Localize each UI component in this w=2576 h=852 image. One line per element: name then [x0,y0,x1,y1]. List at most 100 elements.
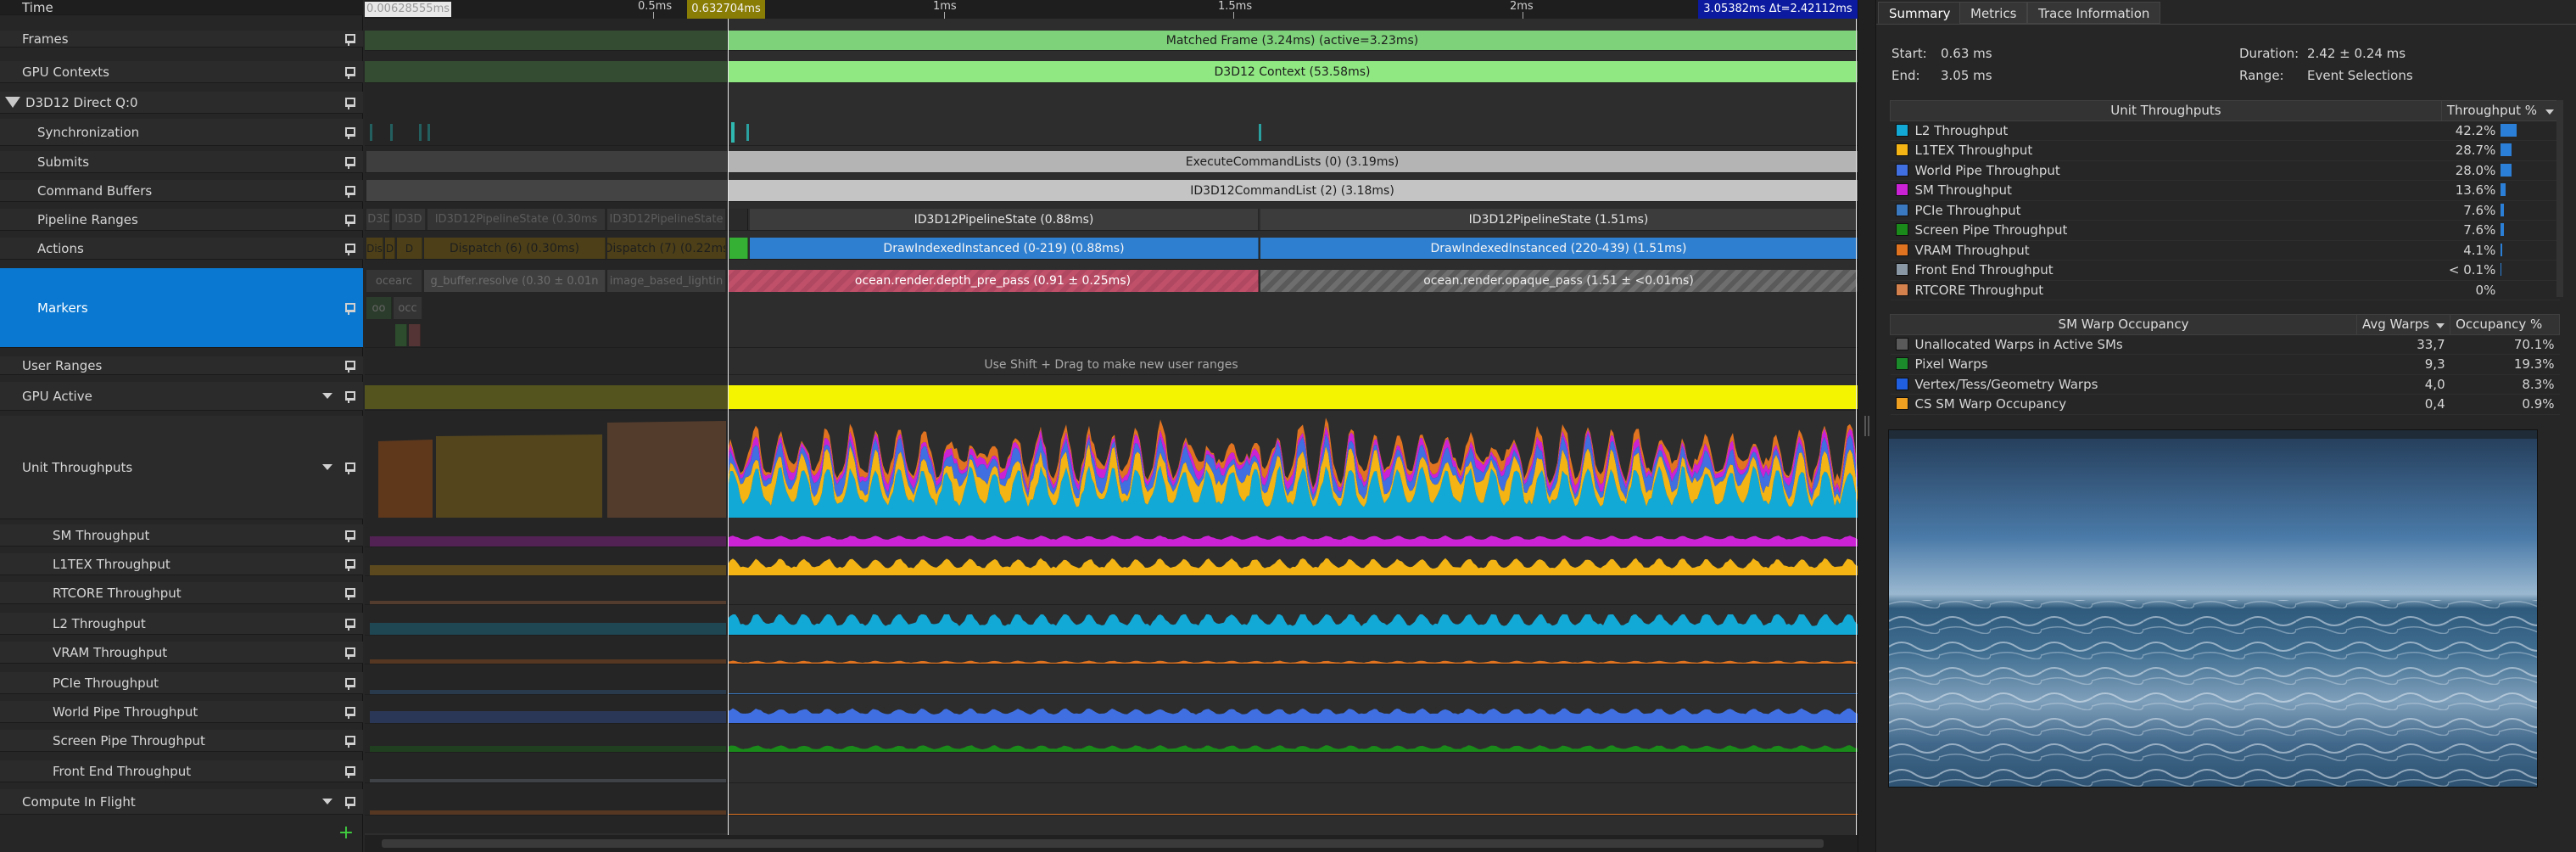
action-bar[interactable]: Dis [366,238,383,259]
occupancy-header[interactable]: Occupancy % [2450,314,2560,335]
plus-icon[interactable]: + [338,824,355,843]
action-bar[interactable]: Dispatch (6) (0.30ms) [424,238,606,259]
panel-splitter[interactable] [1858,0,1876,852]
gpu-active-bar[interactable] [728,385,1858,409]
action-bar-small[interactable] [729,238,748,259]
table-row[interactable]: Vertex/Tess/Geometry Warps 4,0 8.3% [1890,374,2560,395]
gpu-active-bar-pre[interactable] [365,385,728,409]
triangle-down-icon[interactable] [5,97,20,108]
pin-icon[interactable] [343,706,355,719]
frame-bar[interactable]: Matched Frame (3.24ms) (active=3.23ms) [728,31,1858,50]
pin-icon[interactable] [343,126,355,139]
table-row[interactable]: PCIe Throughput 7.6% [1890,200,2560,221]
unit-throughputs-chart[interactable] [365,416,1858,519]
track-label-row[interactable]: GPU Contexts [0,61,363,83]
pin-icon[interactable] [343,677,355,690]
tab-summary[interactable]: Summary [1878,2,1962,24]
track-label-row[interactable]: Synchronization [0,119,363,146]
action-bar[interactable]: D [385,238,395,259]
pipeline-bar[interactable]: ID3D12PipelineState [607,209,726,230]
table-row[interactable]: CS SM Warp Occupancy 0,4 0.9% [1890,394,2560,415]
sync-marker[interactable] [419,124,422,141]
pipeline-bar[interactable]: ID3D12PipelineState (0.30ms [427,209,606,230]
action-bar[interactable]: DrawIndexedInstanced (0-219) (0.88ms) [750,238,1259,259]
pin-icon[interactable] [343,360,355,373]
cmdbuf-bar[interactable]: ID3D12CommandList (2) (3.18ms) [728,180,1858,201]
pin-icon[interactable] [343,587,355,600]
pin-icon[interactable] [343,558,355,571]
timeline-area[interactable]: 0.00628555ms 0.632704ms 3.05382ms Δt=2.4… [365,0,1858,852]
track-label-row[interactable]: SM Throughput [0,524,363,547]
action-bar[interactable]: Dispatch (7) (0.22ms [607,238,726,259]
track-label-row[interactable]: Markers [0,268,363,348]
selection-end-line[interactable] [1856,19,1857,835]
pipeline-bar[interactable]: ID3D [392,209,426,230]
track-label-row[interactable]: Time [0,0,363,15]
table-row[interactable]: Unallocated Warps in Active SMs 33,7 70.1% [1890,334,2560,355]
track-label-row[interactable]: Actions [0,238,363,260]
marker-bar[interactable] [395,324,407,346]
track-label-row[interactable]: Submits [0,151,363,173]
pin-icon[interactable] [343,66,355,79]
throughput-percent-header[interactable]: Throughput % [2440,100,2561,121]
warp-occupancy-header[interactable]: SM Warp Occupancy [1890,314,2357,335]
table-row[interactable]: Pixel Warps 9,3 19.3% [1890,354,2560,375]
marker-bar[interactable] [409,324,421,346]
chevron-down-icon[interactable] [322,464,332,470]
pin-icon[interactable] [343,33,355,46]
track-label-row[interactable]: Screen Pipe Throughput [0,730,363,752]
marker-bar[interactable]: ocean.render.depth_pre_pass (0.91 ± 0.25… [728,270,1259,292]
time-ruler[interactable]: 0.00628555ms 0.632704ms 3.05382ms Δt=2.4… [365,0,1858,19]
submit-bar[interactable]: ExecuteCommandLists (0) (3.19ms) [728,151,1858,172]
sync-marker[interactable] [1259,124,1261,141]
tab-metrics[interactable]: Metrics [1959,2,2028,24]
marker-bar[interactable]: oo [366,297,392,319]
unit-throughputs-header[interactable]: Unit Throughputs [1890,100,2442,121]
context-bar[interactable]: D3D12 Context (53.58ms) [728,61,1858,82]
track-label-row[interactable]: VRAM Throughput [0,642,363,664]
track-label-row[interactable]: L2 Throughput [0,613,363,635]
sync-marker[interactable] [746,124,749,141]
pin-icon[interactable] [343,156,355,169]
table-row[interactable]: SM Throughput 13.6% [1890,180,2560,201]
pin-icon[interactable] [343,530,355,542]
table-row[interactable]: Screen Pipe Throughput 7.6% [1890,220,2560,241]
action-bar[interactable]: D [397,238,422,259]
sync-marker[interactable] [370,124,372,141]
context-bar-pre[interactable] [365,61,728,82]
table-row[interactable]: L2 Throughput 42.2% [1890,121,2560,141]
track-label-row[interactable]: Pipeline Ranges [0,209,363,231]
track-label-row[interactable]: L1TEX Throughput [0,553,363,575]
submit-bar-pre[interactable] [366,151,728,172]
pipeline-bar[interactable]: ID3D12PipelineState (1.51ms) [1260,209,1858,230]
pipeline-bar[interactable]: ID3D [366,209,390,230]
unit-table-scrollbar[interactable] [2556,100,2563,297]
track-label-row[interactable]: Compute In Flight [0,789,363,815]
track-label-row[interactable]: Unit Throughputs [0,416,363,519]
sync-marker[interactable] [390,124,393,141]
pipeline-bar-gap[interactable] [728,209,748,230]
track-label-row[interactable]: RTCORE Throughput [0,582,363,604]
track-label-row[interactable]: User Ranges [0,356,363,375]
track-label-row[interactable]: Front End Throughput [0,760,363,782]
sync-marker[interactable] [427,124,430,141]
marker-bar[interactable]: image_based_lightin [607,270,726,292]
chevron-down-icon[interactable] [322,393,332,399]
cmdbuf-bar-pre[interactable] [366,180,728,201]
pin-icon[interactable] [343,214,355,227]
selection-start-line[interactable] [728,19,729,835]
table-row[interactable]: L1TEX Throughput 28.7% [1890,140,2560,161]
table-row[interactable]: VRAM Throughput 4.1% [1890,240,2560,261]
marker-bar[interactable]: g_buffer.resolve (0.30 ± 0.01n [424,270,606,292]
table-row[interactable]: World Pipe Throughput 28.0% [1890,160,2560,181]
track-label-row[interactable]: GPU Active [0,382,363,411]
pin-icon[interactable] [343,735,355,748]
frame-bar-pre[interactable] [365,31,728,50]
marker-bar[interactable]: occ [394,297,422,319]
scrollbar-thumb[interactable] [382,839,1824,848]
chevron-down-icon[interactable] [322,799,332,804]
user-ranges-track[interactable]: Use Shift + Drag to make new user ranges [365,356,1858,375]
pin-icon[interactable] [343,243,355,255]
track-label-row[interactable]: Frames [0,31,363,48]
timeline-horizontal-scrollbar[interactable] [365,835,1858,852]
